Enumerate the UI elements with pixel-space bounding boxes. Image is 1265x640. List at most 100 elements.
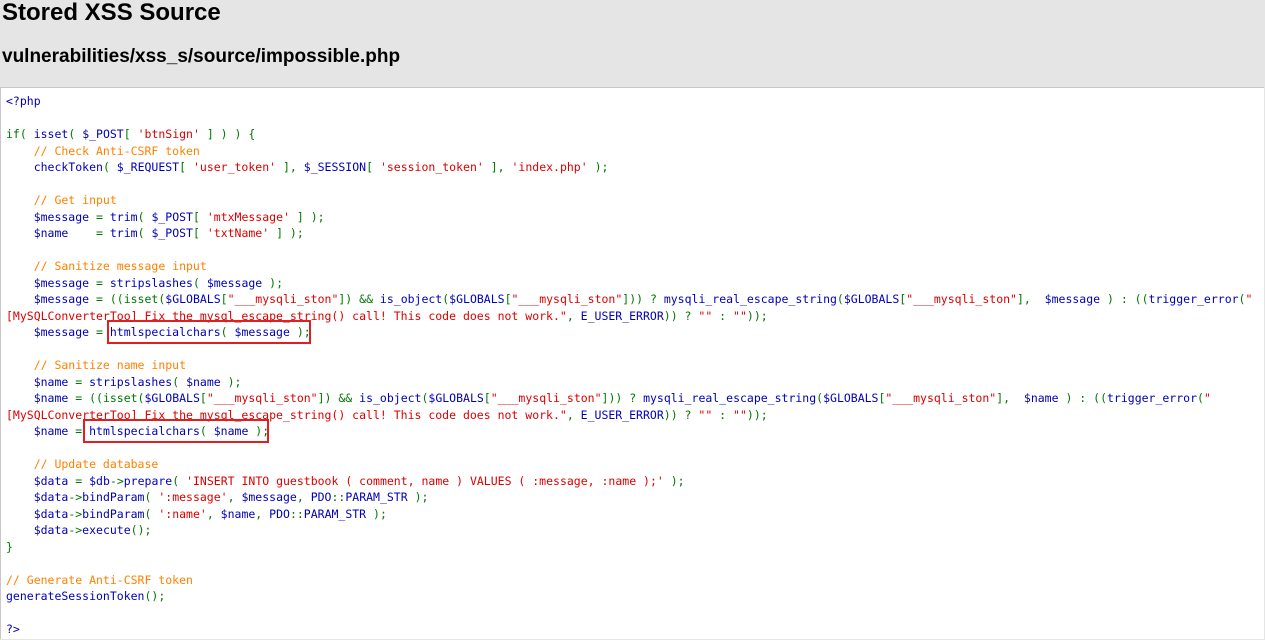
code-token: stripslashes bbox=[89, 374, 173, 389]
code-token: $data bbox=[6, 523, 69, 537]
code-token: $message bbox=[6, 275, 97, 290]
code-token: $name bbox=[6, 391, 76, 405]
code-token: -> bbox=[109, 473, 124, 488]
code-token: bindParam bbox=[82, 490, 145, 504]
code-token: [ bbox=[504, 292, 512, 306]
code-token: ], bbox=[483, 160, 512, 174]
code-line: $name = trim( $_POST[ 'txtName' ] ); bbox=[6, 225, 1252, 242]
code-token: "" bbox=[733, 308, 747, 323]
code-token: ] ); bbox=[269, 226, 304, 240]
code-token: 'txtName' bbox=[206, 226, 270, 240]
code-token: = bbox=[96, 226, 110, 240]
code-token: ], bbox=[276, 160, 304, 174]
code-token: $message bbox=[1044, 292, 1107, 306]
code-token: PDO bbox=[310, 490, 332, 504]
code-token: "___mysqli_ston" bbox=[490, 391, 602, 405]
code-token: ( bbox=[144, 506, 159, 521]
code-token: [ bbox=[192, 209, 207, 224]
code-token: trim bbox=[109, 209, 138, 224]
code-line: $data->execute(); bbox=[6, 522, 1252, 539]
code-line: $message = trim( $_POST[ 'mtxMessage' ] … bbox=[6, 209, 1252, 226]
code-token: $db bbox=[89, 473, 110, 488]
code-token: $message bbox=[6, 209, 97, 224]
code-line: $data = $db->prepare( 'INSERT INTO guest… bbox=[6, 473, 1252, 490]
code-token: "" bbox=[698, 407, 713, 422]
highlight-box-name-sanitize bbox=[83, 419, 269, 443]
code-line: // Sanitize name input bbox=[6, 357, 1252, 374]
code-token: 'INSERT INTO guestbook ( comment, name )… bbox=[186, 473, 664, 488]
code-token: = bbox=[75, 374, 90, 389]
code-line: // Check Anti-CSRF token bbox=[6, 143, 1252, 160]
code-token: = bbox=[96, 275, 110, 290]
code-token: ); bbox=[227, 374, 242, 389]
code-token: $name bbox=[6, 424, 76, 438]
code-token: ]) && bbox=[338, 292, 380, 306]
code-token: )); bbox=[746, 407, 768, 422]
code-token: ( bbox=[1197, 391, 1204, 405]
code-token: = bbox=[75, 473, 90, 488]
code-token: stripslashes bbox=[109, 275, 193, 290]
code-token: $GLOBALS bbox=[449, 292, 505, 306]
code-token: $message bbox=[6, 325, 97, 339]
code-token: )) ? bbox=[663, 407, 699, 422]
code-token: [ bbox=[483, 391, 491, 405]
php-source-code: <?php if( isset( $_POST[ 'btnSign' ] ) )… bbox=[6, 93, 1252, 638]
code-token: $_SESSION bbox=[303, 160, 367, 174]
code-token: = ((isset( bbox=[96, 292, 166, 306]
code-token: $message bbox=[6, 292, 97, 306]
code-line: checkToken( $_REQUEST[ 'user_token' ], $… bbox=[6, 159, 1252, 176]
code-token: ] ) ) { bbox=[199, 127, 256, 141]
code-token: $data bbox=[6, 506, 69, 521]
code-token: [ bbox=[123, 127, 138, 141]
code-token: :: bbox=[289, 506, 304, 521]
code-token: ':name' bbox=[158, 506, 207, 521]
code-token: // Generate Anti-CSRF token bbox=[6, 572, 193, 587]
code-token: isset bbox=[33, 127, 69, 141]
code-token: $name bbox=[6, 226, 97, 240]
code-token: ( bbox=[68, 127, 83, 141]
code-token: ); bbox=[663, 473, 685, 488]
code-token: ); bbox=[373, 506, 387, 521]
code-token: $name bbox=[186, 374, 228, 389]
code-token: "" bbox=[698, 308, 713, 323]
code-token: is_object bbox=[359, 391, 422, 405]
code-token: $_POST bbox=[82, 127, 124, 141]
code-token: ); bbox=[414, 490, 429, 504]
code-token: ( bbox=[102, 160, 117, 174]
code-token: "___mysqli_ston" bbox=[885, 391, 997, 405]
code-token: = ((isset( bbox=[75, 391, 145, 405]
code-token: $_POST bbox=[151, 209, 193, 224]
code-token: , bbox=[296, 490, 311, 504]
code-token: E_USER_ERROR bbox=[580, 308, 664, 323]
code-token: 'user_token' bbox=[192, 160, 277, 174]
code-token: "" bbox=[733, 407, 747, 422]
code-line: $message = stripslashes( $message ); bbox=[6, 275, 1252, 292]
code-token: , bbox=[206, 506, 221, 521]
code-token: $name bbox=[220, 506, 256, 521]
code-line: <?php bbox=[6, 93, 1252, 110]
code-token: ); bbox=[269, 275, 283, 290]
code-token: : bbox=[712, 308, 734, 323]
code-token: ) : (( bbox=[1106, 292, 1149, 306]
code-token: // Check Anti-CSRF token bbox=[6, 143, 200, 158]
code-token: bindParam bbox=[82, 506, 145, 521]
code-line: // Generate Anti-CSRF token bbox=[6, 572, 1252, 589]
code-token: PDO bbox=[269, 506, 290, 521]
code-token: mysqli_real_escape_string bbox=[663, 292, 837, 306]
code-line: $message = ((isset($GLOBALS["___mysqli_s… bbox=[6, 291, 1253, 308]
code-line: // Update database bbox=[6, 456, 1252, 473]
code-token: $_REQUEST bbox=[116, 160, 180, 174]
code-token: is_object bbox=[379, 292, 443, 306]
code-token: $message bbox=[241, 490, 297, 504]
source-file-path: vulnerabilities/xss_s/source/impossible.… bbox=[2, 46, 401, 67]
source-code-panel: <?php if( isset( $_POST[ 'btnSign' ] ) )… bbox=[0, 87, 1264, 639]
code-token: mysqli_real_escape_string bbox=[643, 391, 817, 405]
code-token: ( bbox=[172, 374, 187, 389]
code-token: if( bbox=[6, 127, 34, 141]
code-token: -> bbox=[68, 506, 83, 521]
code-token: 'session_token' bbox=[379, 160, 484, 174]
